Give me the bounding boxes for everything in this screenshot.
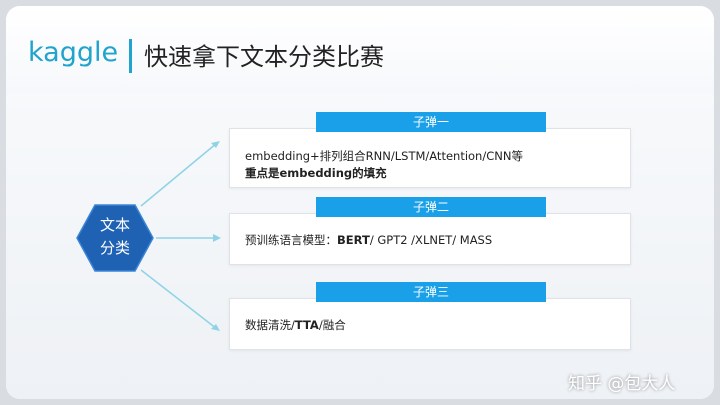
hexagon-label-line-2: 分类 xyxy=(99,239,130,257)
section-3-suffix: /融合 xyxy=(318,318,346,332)
section-2-text: 预训练语言模型：BERT/ GPT2 /XLNET/ MASS xyxy=(245,232,492,248)
zhihu-watermark: 知乎 @包大人 xyxy=(568,374,676,394)
section-2-suffix: / GPT2 /XLNET/ MASS xyxy=(369,233,493,247)
section-2-tag: 子弹二 xyxy=(316,197,546,217)
section-3-prefix: 数据清洗/ xyxy=(245,318,295,332)
slide: kaggle 快速拿下文本分类比赛 文本 分类 子弹一 embedding+排列… xyxy=(6,6,714,399)
section-3-text: 数据清洗/TTA/融合 xyxy=(245,317,346,333)
hexagon-label-line-1: 文本 xyxy=(99,216,130,234)
section-1-tag: 子弹一 xyxy=(316,112,546,132)
section-2-prefix: 预训练语言模型： xyxy=(245,233,337,247)
hexagon-label: 文本 分类 xyxy=(76,214,154,260)
arrowhead-2 xyxy=(213,234,221,242)
section-1-line-1: embedding+排列组合RNN/LSTM/Attention/CNN等 xyxy=(245,149,523,163)
section-3-bold: TTA xyxy=(294,318,319,332)
arrow-to-section-1 xyxy=(140,142,218,207)
arrow-to-section-3 xyxy=(140,269,218,330)
section-1-line-2: 重点是embedding的填充 xyxy=(245,166,387,180)
section-3-tag: 子弹三 xyxy=(316,282,546,302)
section-2-bold: BERT xyxy=(337,233,370,247)
